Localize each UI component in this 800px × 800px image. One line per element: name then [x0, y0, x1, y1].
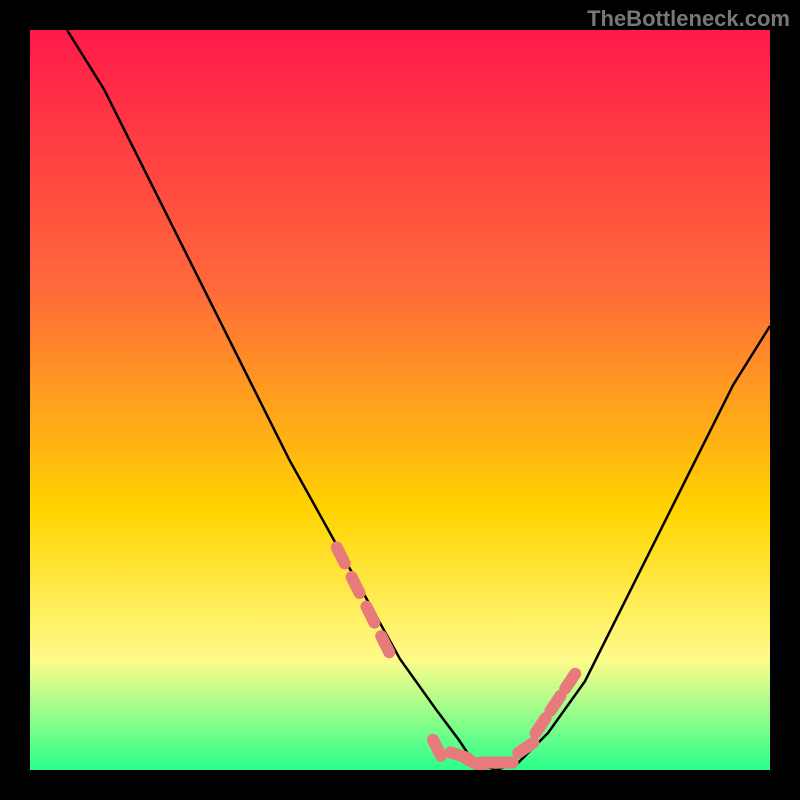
marker-point [433, 740, 441, 756]
marker-point [366, 607, 374, 623]
marker-point [381, 636, 389, 652]
marker-point [550, 696, 560, 711]
plot-area [30, 30, 770, 770]
marker-point [518, 743, 533, 753]
marker-point [352, 577, 360, 593]
marker-point [565, 674, 575, 689]
watermark-text: TheBottleneck.com [587, 6, 790, 32]
marker-point [536, 718, 546, 733]
chart-container: TheBottleneck.com [0, 0, 800, 800]
chart-svg [30, 30, 770, 770]
marker-point [337, 547, 345, 563]
